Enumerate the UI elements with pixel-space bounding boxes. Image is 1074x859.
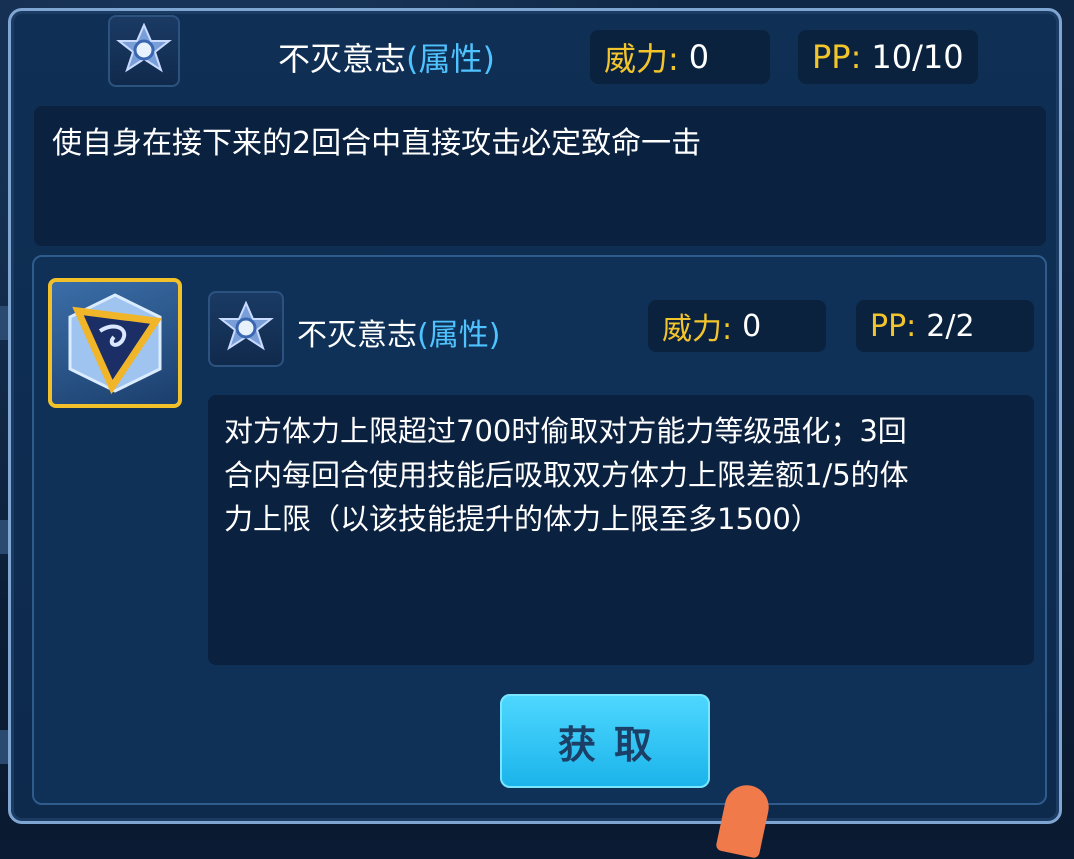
description-line: 合内每回合使用技能后吸取双方体力上限差额1/5的体: [224, 458, 909, 492]
power-label: 威力:: [662, 312, 733, 347]
star-gem-icon: [208, 291, 284, 367]
skill-attr: (属性): [406, 40, 495, 78]
description-text: 使自身在接下来的2回合中直接攻击必定致命一击: [52, 126, 702, 161]
top-skill-title: 不灭意志(属性): [278, 34, 495, 80]
get-button[interactable]: 获取: [500, 694, 710, 788]
star-gem-icon: [108, 15, 180, 87]
skill-attr: (属性): [417, 318, 501, 353]
description-line: 力上限（以该技能提升的体力上限至多1500）: [224, 502, 820, 536]
power-label: 威力:: [604, 40, 679, 78]
description-line: 对方体力上限超过700时偷取对方能力等级强化；3回: [224, 414, 907, 448]
bottom-pp-stat: PP: 2/2: [856, 300, 1034, 352]
top-power-stat: 威力: 0: [590, 30, 770, 84]
dragon-crystal-icon[interactable]: [48, 278, 182, 408]
skill-name: 不灭意志: [297, 318, 417, 353]
pp-label: PP:: [870, 308, 917, 344]
power-value: 0: [742, 308, 762, 344]
skill-name: 不灭意志: [278, 40, 407, 78]
bottom-skill-title: 不灭意志(属性): [297, 310, 500, 354]
pp-label: PP:: [812, 38, 862, 76]
top-pp-stat: PP: 10/10: [798, 30, 978, 84]
bottom-skill-description: 对方体力上限超过700时偷取对方能力等级强化；3回 合内每回合使用技能后吸取双方…: [208, 395, 1034, 665]
bottom-skill-header: [208, 291, 284, 367]
power-value: 0: [688, 38, 710, 76]
top-skill-description: 使自身在接下来的2回合中直接攻击必定致命一击: [34, 106, 1046, 246]
bottom-power-stat: 威力: 0: [648, 300, 826, 352]
top-skill-header: [108, 15, 180, 87]
pp-value: 10/10: [871, 38, 964, 76]
pp-value: 2/2: [926, 308, 975, 344]
